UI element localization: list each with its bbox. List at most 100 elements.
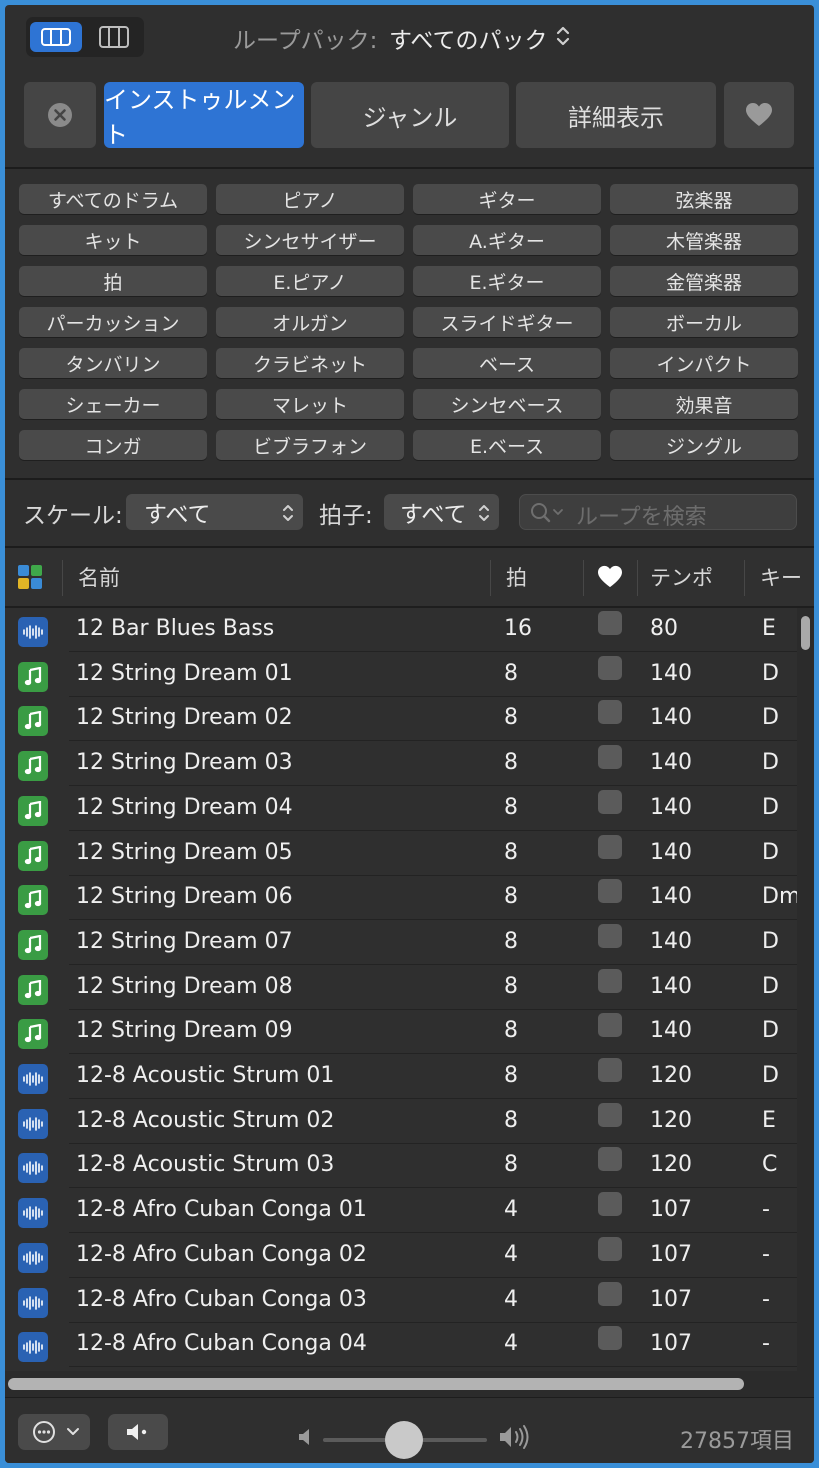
keyword-button[interactable]: 弦楽器 (610, 184, 798, 214)
keyword-button[interactable]: シンセベース (413, 389, 601, 419)
tab-genre[interactable]: ジャンル (311, 82, 509, 148)
loop-tempo: 120 (650, 1063, 692, 1088)
table-row[interactable]: 12 String Dream 05 8 140 D (5, 832, 797, 876)
loop-pack-selector[interactable]: すべてのパック (389, 21, 547, 55)
keyword-button[interactable]: すべてのドラム (19, 184, 207, 214)
keyword-button[interactable]: パーカッション (19, 307, 207, 337)
loop-name: 12-8 Afro Cuban Conga 01 (76, 1197, 367, 1223)
keyword-button[interactable]: ジングル (610, 430, 798, 460)
column-favorite[interactable] (597, 548, 623, 606)
table-row[interactable]: 12-8 Acoustic Strum 02 8 120 E (5, 1100, 797, 1144)
speaker-icon (127, 1424, 147, 1440)
keyword-button[interactable]: E.ピアノ (216, 266, 404, 296)
favorite-checkbox[interactable] (598, 655, 622, 680)
loop-name: 12 String Dream 01 (76, 660, 293, 686)
clear-filters-button[interactable] (24, 82, 96, 148)
keyword-button[interactable]: ギター (413, 184, 601, 214)
keyword-button[interactable]: ボーカル (610, 307, 798, 337)
favorite-checkbox[interactable] (598, 1058, 622, 1082)
favorite-checkbox[interactable] (598, 700, 622, 725)
table-row[interactable]: 12 String Dream 06 8 140 Dm (5, 876, 797, 921)
scale-popup[interactable]: すべて (126, 494, 303, 530)
keyword-button[interactable]: 効果音 (610, 389, 798, 419)
column-beats[interactable]: 拍 (506, 548, 527, 606)
column-tempo[interactable]: テンポ (650, 548, 713, 606)
favorite-checkbox[interactable] (598, 1281, 622, 1306)
keyword-button[interactable]: A.ギター (413, 225, 601, 255)
keyword-button[interactable]: ピアノ (216, 184, 404, 214)
favorite-checkbox[interactable] (598, 1326, 622, 1351)
loop-key: D (762, 928, 779, 954)
keyword-button[interactable]: クラビネット (216, 348, 404, 378)
keyword-button[interactable]: マレット (216, 389, 404, 419)
favorites-button[interactable] (724, 82, 794, 148)
keyword-button[interactable]: ビブラフォン (216, 430, 404, 460)
updown-chevron-icon[interactable] (555, 23, 571, 49)
table-row[interactable]: 12 Bar Blues Bass 16 80 E (5, 608, 797, 652)
keyword-button[interactable]: E.ベース (413, 430, 601, 460)
table-row[interactable]: 12-8 Afro Cuban Conga 03 4 107 - (5, 1279, 797, 1323)
search-field[interactable]: ループを検索 (519, 494, 797, 530)
horizontal-scrollbar[interactable] (5, 1371, 797, 1397)
table-row[interactable]: 12 String Dream 08 8 140 D (5, 966, 797, 1010)
favorite-checkbox[interactable] (598, 745, 622, 770)
keyword-button[interactable]: 木管楽器 (610, 225, 798, 255)
favorite-checkbox[interactable] (598, 879, 622, 904)
more-options-button[interactable] (18, 1414, 90, 1450)
keyword-button[interactable]: 金管楽器 (610, 266, 798, 296)
keyword-button[interactable]: インパクト (610, 348, 798, 378)
keyword-button[interactable]: キット (19, 225, 207, 255)
column-separator (62, 560, 63, 596)
volume-slider-knob[interactable] (385, 1421, 423, 1459)
tab-instruments[interactable]: インストゥルメント (104, 82, 304, 149)
table-row[interactable]: 12-8 Afro Cuban Conga 01 4 107 - (5, 1189, 797, 1234)
keyword-button[interactable]: タンバリン (19, 348, 207, 378)
table-row[interactable]: 12 String Dream 02 8 140 D (5, 697, 797, 742)
signature-popup[interactable]: すべて (384, 494, 499, 530)
loop-beats: 4 (504, 1331, 518, 1357)
loop-name: 12 String Dream 09 (76, 1018, 293, 1044)
keyword-button[interactable]: 拍 (19, 266, 207, 296)
preview-speaker-button[interactable] (108, 1414, 168, 1450)
favorite-checkbox[interactable] (598, 1192, 622, 1217)
audio-loop-icon (18, 1108, 48, 1139)
favorite-checkbox[interactable] (598, 923, 622, 948)
table-row[interactable]: 12 String Dream 09 8 140 D (5, 1010, 797, 1055)
keyword-button[interactable]: E.ギター (413, 266, 601, 296)
column-name[interactable]: 名前 (78, 548, 120, 606)
column-view-button[interactable] (88, 22, 140, 52)
table-row[interactable]: 12-8 Acoustic Strum 01 8 120 D (5, 1055, 797, 1099)
horizontal-scroll-thumb[interactable] (8, 1378, 744, 1390)
loop-key: D (762, 973, 779, 999)
keyword-button[interactable]: シェーカー (19, 389, 207, 419)
keyword-button[interactable]: オルガン (216, 307, 404, 337)
midi-loop-icon (18, 706, 48, 737)
button-view-button[interactable] (30, 22, 82, 52)
favorite-checkbox[interactable] (598, 1102, 622, 1127)
loop-beats: 8 (504, 1107, 518, 1133)
keyword-button[interactable]: シンセサイザー (216, 225, 404, 255)
vertical-scroll-thumb[interactable] (801, 616, 810, 650)
favorite-checkbox[interactable] (598, 611, 622, 635)
table-row[interactable]: 12-8 Afro Cuban Conga 04 4 107 - (5, 1323, 797, 1368)
tab-details[interactable]: 詳細表示 (516, 82, 716, 148)
favorite-checkbox[interactable] (598, 789, 622, 814)
table-row[interactable]: 12 String Dream 07 8 140 D (5, 921, 797, 965)
loop-name: 12 String Dream 06 (76, 884, 293, 910)
keyword-button[interactable]: スライドギター (413, 307, 601, 337)
favorite-checkbox[interactable] (598, 834, 622, 859)
favorite-checkbox[interactable] (598, 1147, 622, 1172)
column-key[interactable]: キー (760, 548, 802, 606)
favorite-checkbox[interactable] (598, 968, 622, 993)
favorite-checkbox[interactable] (598, 1013, 622, 1038)
table-row[interactable]: 12 String Dream 04 8 140 D (5, 787, 797, 831)
table-row[interactable]: 12 String Dream 01 8 140 D (5, 653, 797, 697)
keyword-button[interactable]: ベース (413, 348, 601, 378)
vertical-scrollbar[interactable] (797, 608, 814, 1398)
table-row[interactable]: 12-8 Afro Cuban Conga 02 4 107 - (5, 1234, 797, 1278)
favorite-checkbox[interactable] (598, 1236, 622, 1261)
table-row[interactable]: 12-8 Acoustic Strum 03 8 120 C (5, 1144, 797, 1189)
table-row[interactable]: 12 String Dream 03 8 140 D (5, 742, 797, 787)
keyword-button[interactable]: コンガ (19, 430, 207, 460)
column-type[interactable] (17, 548, 43, 606)
